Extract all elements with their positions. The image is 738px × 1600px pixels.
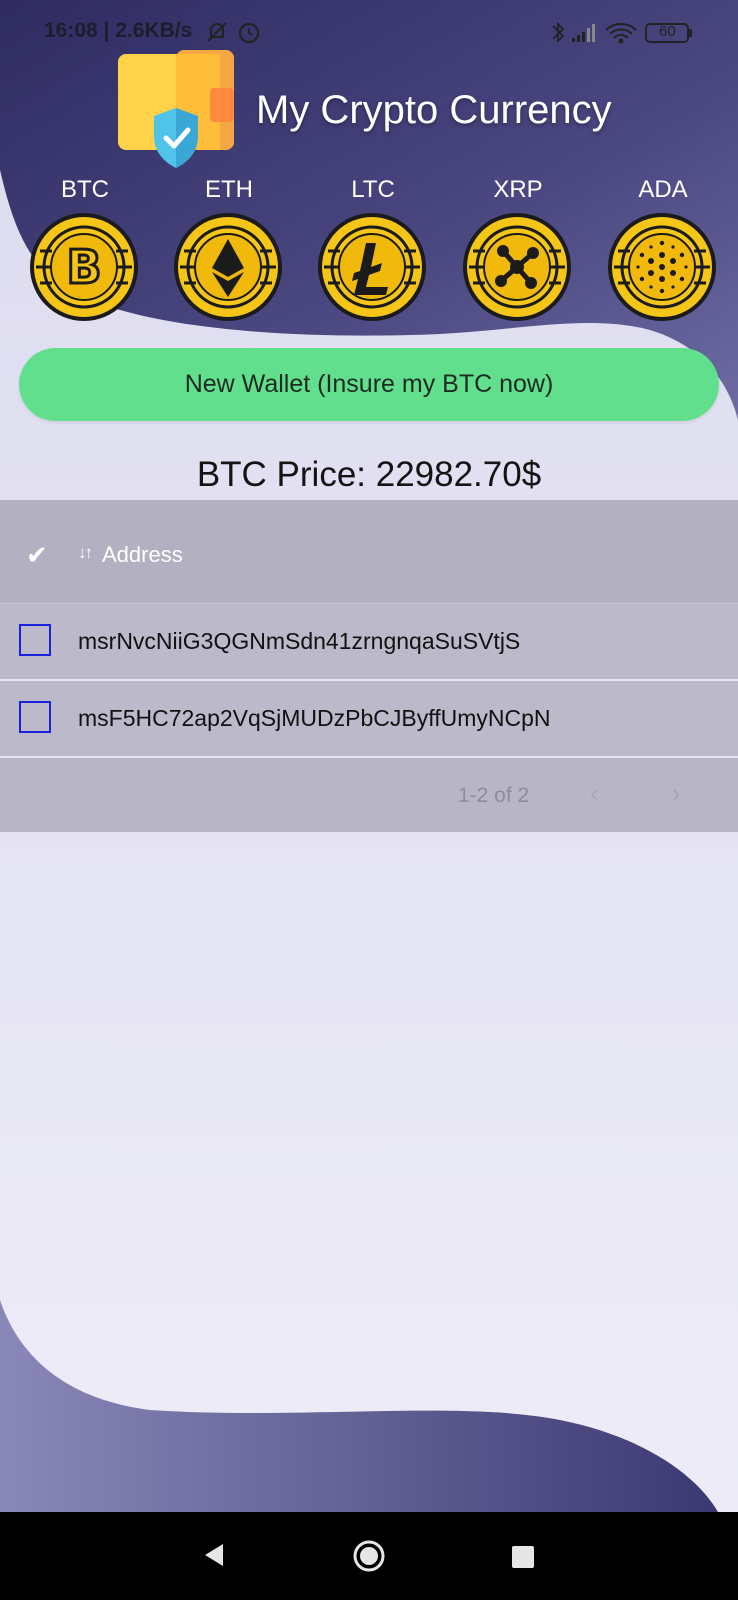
pagination-range: 1-2 of 2 xyxy=(458,784,530,807)
row-checkbox[interactable] xyxy=(19,624,51,656)
previous-page-button[interactable]: ‹ xyxy=(590,780,598,808)
status-icons-right xyxy=(552,21,692,44)
signal-icon xyxy=(572,24,595,42)
bluetooth-icon xyxy=(552,21,565,44)
battery-level: 60 xyxy=(659,23,676,40)
next-page-button[interactable]: › xyxy=(672,780,680,808)
address-table: ✔ ↓↑ Address msrNvcNiiG3QGNmSdn41zrngnqa… xyxy=(0,500,738,832)
wallet-shield-icon xyxy=(118,50,234,168)
table-row[interactable]: msF5HC72ap2VqSjMUDzPbCJByffUmyNCpN xyxy=(0,681,738,758)
select-all-checkbox[interactable]: ✔ xyxy=(26,540,48,571)
column-header-address[interactable]: Address xyxy=(102,542,183,568)
back-icon[interactable] xyxy=(203,1542,225,1568)
home-icon[interactable] xyxy=(352,1539,386,1573)
new-wallet-button-label: New Wallet (Insure my BTC now) xyxy=(184,370,554,398)
coin-label-btc: BTC xyxy=(61,176,109,203)
coin-label-eth: ETH xyxy=(205,176,253,203)
table-row[interactable]: msrNvcNiiG3QGNmSdn41zrngnqaSuSVtjS xyxy=(0,604,738,681)
ripple-coin-icon[interactable] xyxy=(461,211,573,323)
app-title: My Crypto Currency xyxy=(256,88,612,132)
bitcoin-coin-icon[interactable]: B xyxy=(28,211,140,323)
table-pagination: 1-2 of 2 ‹ › xyxy=(0,758,738,832)
cardano-coin-icon[interactable] xyxy=(606,211,718,323)
address-cell: msF5HC72ap2VqSjMUDzPbCJByffUmyNCpN xyxy=(78,705,551,731)
ethereum-coin-icon[interactable] xyxy=(172,211,284,323)
coin-label-xrp: XRP xyxy=(493,176,543,203)
new-wallet-button[interactable]: New Wallet (Insure my BTC now) xyxy=(19,348,719,421)
table-header: ✔ ↓↑ Address xyxy=(0,500,738,604)
alarm-icon xyxy=(238,22,260,44)
status-bar: 16:08 | 2.6KB/s 60 xyxy=(0,0,738,64)
mute-bell-icon xyxy=(207,22,227,42)
litecoin-coin-icon[interactable] xyxy=(316,211,428,323)
address-cell: msrNvcNiiG3QGNmSdn41zrngnqaSuSVtjS xyxy=(78,628,521,654)
svg-text:B: B xyxy=(66,240,101,294)
recent-apps-icon[interactable] xyxy=(512,1546,534,1568)
wifi-icon xyxy=(605,23,637,44)
sort-icon[interactable]: ↓↑ xyxy=(78,543,93,563)
coin-label-ltc: LTC xyxy=(351,176,395,203)
status-time: 16:08 | 2.6KB/s xyxy=(44,19,193,42)
coin-label-ada: ADA xyxy=(638,176,688,203)
navigation-bar xyxy=(0,1512,738,1600)
btc-price: BTC Price: 22982.70$ xyxy=(196,455,542,494)
row-checkbox[interactable] xyxy=(19,701,51,733)
